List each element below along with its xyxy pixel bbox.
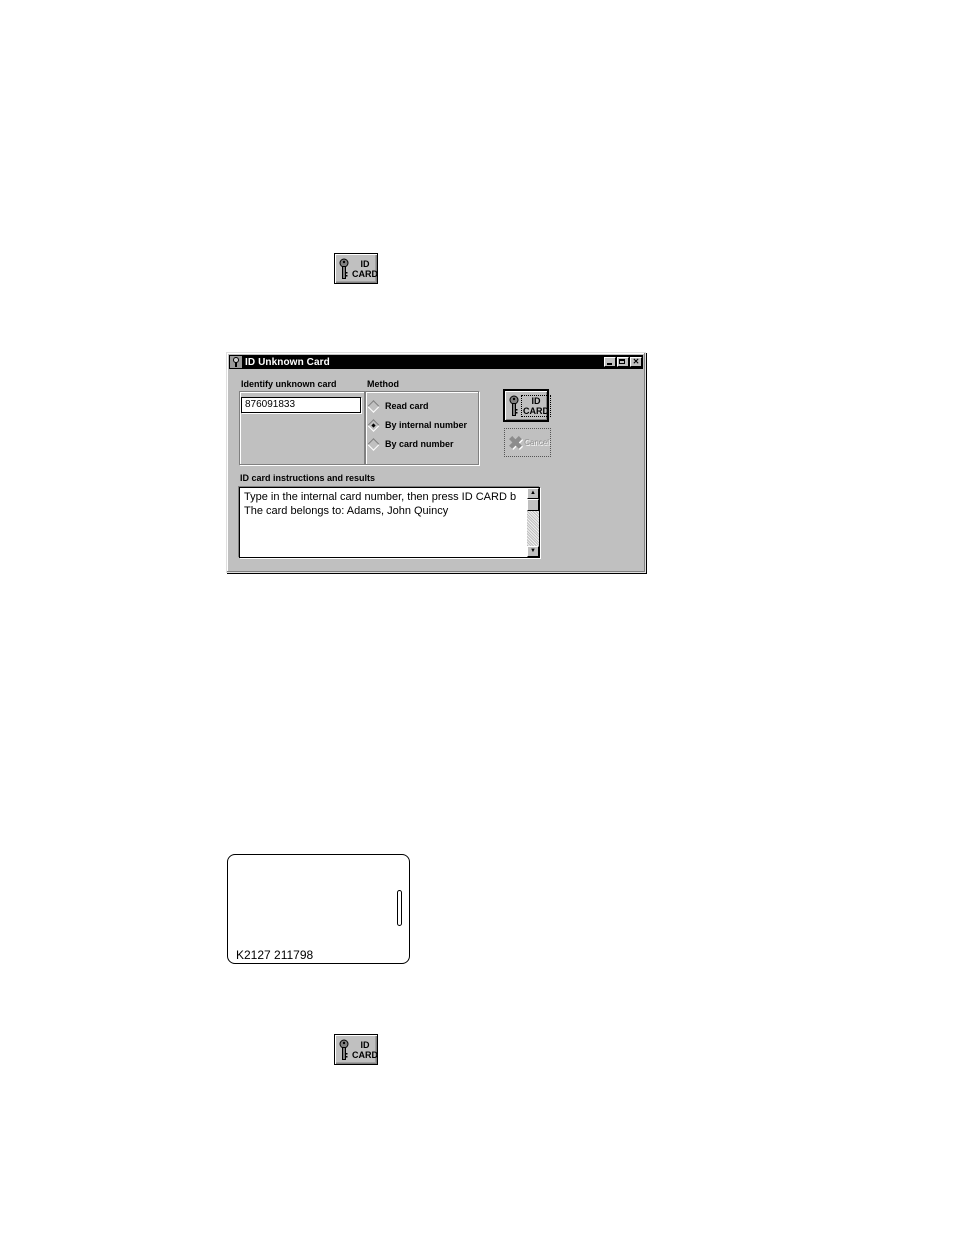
vertical-scrollbar[interactable]: ▲ ▼ (527, 488, 539, 557)
card-number-input[interactable]: 876091833 (241, 397, 361, 413)
id-card-button-label: ID CARD (521, 394, 551, 417)
cancel-label: Cancel (524, 438, 549, 447)
close-button[interactable]: ✕ (630, 357, 642, 367)
results-textarea[interactable]: Type in the internal card number, then p… (239, 487, 540, 558)
id-card-button-label: ID CARD (352, 1039, 378, 1060)
radio-by-card-number[interactable]: By card number (367, 437, 454, 451)
radio-button[interactable] (367, 399, 380, 413)
radio-button[interactable] (367, 437, 380, 451)
key-icon (509, 395, 519, 417)
x-icon: ✖ (508, 432, 524, 453)
key-app-icon (230, 356, 242, 368)
scroll-up-button[interactable]: ▲ (527, 488, 539, 499)
window-title: ID Unknown Card (245, 356, 330, 368)
key-icon (339, 258, 349, 280)
card-number-text: K2127 211798 (236, 948, 314, 962)
scroll-thumb[interactable] (527, 499, 539, 511)
radio-button-checked[interactable] (367, 418, 380, 432)
results-line: Type in the internal card number, then p… (244, 491, 517, 503)
cancel-button[interactable]: ✖ Cancel (504, 428, 551, 457)
radio-by-internal-number[interactable]: By internal number (367, 418, 467, 432)
scroll-down-button[interactable]: ▼ (527, 546, 539, 557)
results-label: ID card instructions and results (240, 473, 376, 483)
id-unknown-card-window: ID Unknown Card ✕ Identify unknown card … (226, 352, 646, 573)
id-card-toolbar-button-top[interactable]: ID CARD (334, 253, 378, 284)
proximity-card-illustration: K2127 211798 (227, 854, 410, 964)
card-slot (397, 890, 402, 926)
minimize-button[interactable] (604, 357, 616, 367)
key-icon (339, 1039, 349, 1061)
id-card-button-label: ID CARD (352, 258, 378, 279)
identify-label: Identify unknown card (241, 379, 337, 389)
radio-read-card[interactable]: Read card (367, 399, 429, 413)
title-bar[interactable]: ID Unknown Card ✕ (229, 355, 643, 369)
method-label: Method (367, 379, 399, 389)
id-card-button[interactable]: ID CARD (503, 389, 551, 422)
maximize-button[interactable] (617, 357, 629, 367)
results-line: The card belongs to: Adams, John Quincy (244, 505, 449, 517)
id-card-toolbar-button-bottom[interactable]: ID CARD (334, 1034, 378, 1065)
